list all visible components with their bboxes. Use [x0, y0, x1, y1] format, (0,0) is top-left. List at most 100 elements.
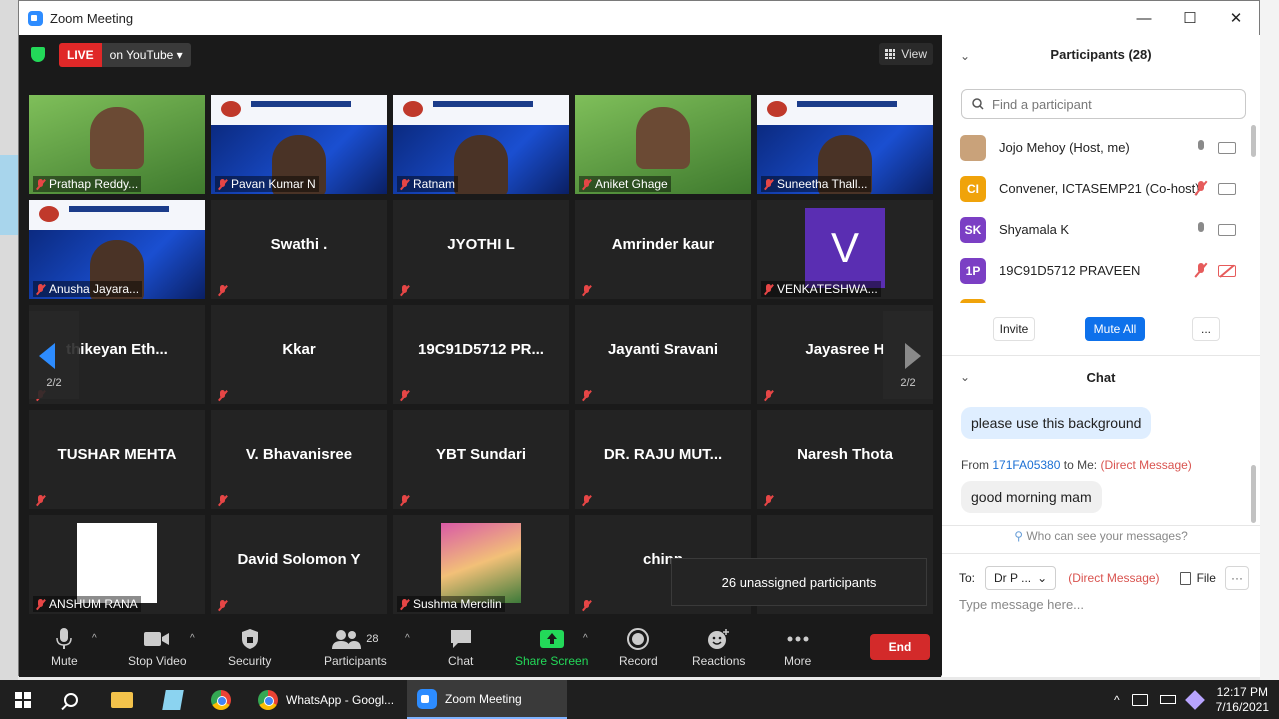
file-button[interactable]: File [1179, 571, 1216, 585]
mic-muted-icon [582, 600, 591, 611]
taskbar-whatsapp[interactable]: WhatsApp - Googl... [248, 680, 405, 719]
mute-options-caret-icon[interactable]: ^ [92, 633, 97, 644]
network-icon[interactable] [1131, 693, 1148, 706]
participant-video-tile[interactable]: Suneetha Thall... [757, 95, 933, 194]
mic-muted-icon[interactable] [1194, 263, 1208, 279]
camera-off-icon[interactable] [1218, 265, 1236, 277]
participant-video-tile[interactable]: David Solomon Y [211, 515, 387, 614]
taskbar-zoom[interactable]: Zoom Meeting [407, 680, 567, 719]
participant-row[interactable] [942, 291, 1252, 303]
participants-more-button[interactable]: ... [1192, 317, 1220, 341]
mic-muted-icon [36, 178, 45, 190]
participant-video-tile[interactable]: Naresh Thota [757, 410, 933, 509]
participants-options-caret-icon[interactable]: ^ [405, 633, 410, 644]
participants-button[interactable]: 28 Participants [324, 627, 387, 668]
recipient-dropdown[interactable]: Dr P ... ⌄ [985, 566, 1057, 590]
participant-video-tile[interactable]: TUSHAR MEHTA [29, 410, 205, 509]
participant-name: Ratnam [413, 177, 456, 191]
smiley-plus-icon [707, 627, 731, 651]
file-explorer-button[interactable] [99, 680, 145, 719]
security-button[interactable]: Security [228, 627, 271, 668]
share-options-caret-icon[interactable]: ^ [583, 633, 588, 644]
chevron-down-icon: ⌄ [1037, 571, 1048, 585]
participant-video-tile[interactable]: 19C91D5712 PR... [393, 305, 569, 404]
participant-video-tile[interactable]: V. Bhavanisree [211, 410, 387, 509]
video-camera-icon[interactable] [1218, 142, 1236, 154]
chat-message-input[interactable] [959, 597, 1249, 612]
participant-video-tile[interactable]: Aniket Ghage [575, 95, 751, 194]
participant-video-tile[interactable]: Sushma Mercilin [393, 515, 569, 614]
video-camera-icon [144, 627, 170, 651]
pen-icon[interactable] [1184, 689, 1205, 710]
participant-row[interactable]: Jojo Mehoy (Host, me) [942, 127, 1252, 168]
start-button[interactable] [0, 680, 46, 719]
participant-avatar: 1P [960, 257, 986, 284]
participant-video-tile[interactable]: Anusha Jayara... [29, 200, 205, 299]
participant-video-tile[interactable]: JYOTHI L [393, 200, 569, 299]
unassigned-participants-notice[interactable]: 26 unassigned participants [671, 558, 927, 606]
battery-icon[interactable] [1159, 695, 1176, 704]
view-button[interactable]: View [879, 43, 933, 65]
participant-video-tile[interactable]: YBT Sundari [393, 410, 569, 509]
participant-list[interactable]: Jojo Mehoy (Host, me) CI Convener, ICTASEM… [942, 127, 1252, 303]
participant-search-input[interactable] [992, 96, 1232, 112]
share-screen-button[interactable]: Share Screen [515, 627, 588, 668]
chat-button[interactable]: Chat [448, 627, 473, 668]
participant-video-tile[interactable]: Swathi . [211, 200, 387, 299]
message-visibility-link[interactable]: ⚲ Who can see your messages? [942, 529, 1260, 543]
invite-button[interactable]: Invite [993, 317, 1035, 341]
stop-video-button[interactable]: Stop Video [128, 627, 187, 668]
participant-video-tile[interactable]: Ratnam [393, 95, 569, 194]
minimize-button[interactable]: — [1121, 1, 1167, 35]
next-page-button[interactable]: 2/2 [883, 311, 933, 399]
participant-row[interactable]: 1P 19C91D5712 PRAVEEN [942, 250, 1252, 291]
chat-more-button[interactable]: ··· [1225, 566, 1249, 590]
participant-name: Swathi . [270, 236, 328, 253]
end-meeting-button[interactable]: End [870, 634, 930, 660]
message-visibility-label: Who can see your messages? [1026, 529, 1188, 543]
video-camera-icon[interactable] [1218, 183, 1236, 195]
participant-video-tile[interactable]: ANSHUM RANA [29, 515, 205, 614]
close-button[interactable]: ✕ [1213, 1, 1259, 35]
previous-page-button[interactable]: 2/2 [29, 311, 79, 399]
participant-video-tile[interactable]: Prathap Reddy... [29, 95, 205, 194]
record-icon [627, 627, 650, 651]
chevron-up-icon[interactable]: ^ [1114, 693, 1120, 707]
taskbar-clock[interactable]: 12:17 PM 7/16/2021 [1216, 685, 1269, 715]
participant-video-tile[interactable]: Jayanti Sravani [575, 305, 751, 404]
participant-video-tile[interactable]: Amrinder kaur [575, 200, 751, 299]
participant-avatar [960, 298, 986, 303]
microphone-icon[interactable] [1194, 222, 1208, 238]
sender-name[interactable]: 171FA05380 [992, 458, 1060, 472]
maximize-button[interactable]: ☐ [1167, 1, 1213, 35]
mute-all-button[interactable]: Mute All [1085, 317, 1145, 341]
participant-video-tile[interactable]: Pavan Kumar N [211, 95, 387, 194]
participant-row[interactable]: CI Convener, ICTASEMP21 (Co-host) [942, 168, 1252, 209]
participant-row[interactable]: SK Shyamala K [942, 209, 1252, 250]
mic-muted-icon [400, 598, 409, 610]
more-button[interactable]: More [784, 627, 811, 668]
taskbar-app-label: WhatsApp - Googl... [286, 692, 395, 707]
video-camera-icon[interactable] [1218, 224, 1236, 236]
notes-app-button[interactable] [150, 680, 196, 719]
reactions-button[interactable]: Reactions [692, 627, 745, 668]
live-stream-badge[interactable]: LIVE on YouTube ▾ [59, 43, 191, 67]
chat-message-bubble: please use this background [961, 407, 1152, 439]
taskbar-search-button[interactable] [48, 680, 94, 719]
participant-list-scrollbar[interactable] [1251, 125, 1256, 157]
encryption-shield-icon[interactable] [31, 47, 45, 62]
participant-video-tile[interactable]: DR. RAJU MUT... [575, 410, 751, 509]
participant-video-tile[interactable]: Kkar [211, 305, 387, 404]
participant-search[interactable] [961, 89, 1246, 119]
mute-button[interactable]: Mute [51, 627, 78, 668]
microphone-icon[interactable] [1194, 140, 1208, 156]
video-options-caret-icon[interactable]: ^ [190, 633, 195, 644]
zoom-window: Zoom Meeting — ☐ ✕ LIVE on YouTube ▾ Vie… [18, 0, 1260, 677]
participant-name: TUSHAR MEHTA [57, 446, 177, 463]
chrome-button[interactable] [198, 680, 244, 719]
record-button[interactable]: Record [619, 627, 658, 668]
participant-video-tile[interactable]: V VENKATESHWA... [757, 200, 933, 299]
chat-scrollbar[interactable] [1251, 465, 1256, 523]
clock-date: 7/16/2021 [1215, 699, 1269, 714]
mic-muted-icon[interactable] [1194, 181, 1208, 197]
